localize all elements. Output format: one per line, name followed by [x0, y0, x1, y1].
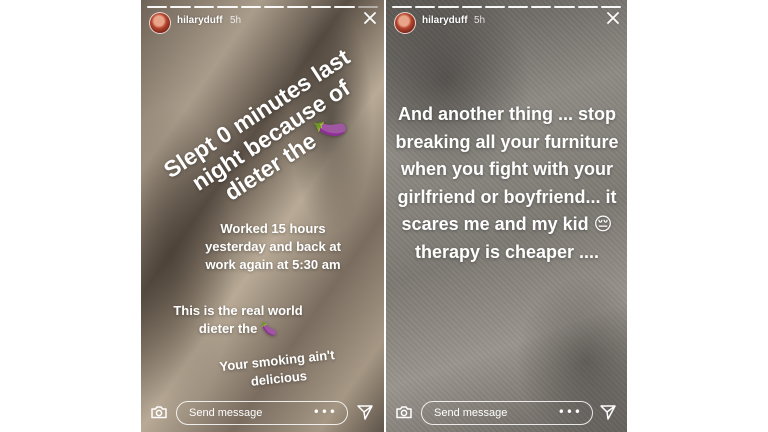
progress-segment — [484, 6, 506, 8]
username[interactable]: hilaryduff — [422, 15, 468, 26]
progress-segment — [531, 6, 552, 8]
story-text-realworld: This is the real world dieter the 🍆 — [163, 302, 313, 339]
username[interactable]: hilaryduff — [177, 15, 223, 26]
avatar[interactable] — [149, 12, 171, 34]
paper-plane-icon[interactable] — [356, 403, 374, 421]
send-message-placeholder: Send message — [434, 407, 508, 419]
story-text-smoking: Your smoking ain't delicious — [218, 347, 336, 389]
story-text-realworld-content: This is the real world dieter the — [173, 303, 303, 336]
timestamp: 5h — [474, 15, 486, 26]
story-text-main: And another thing ... stop breaking all … — [394, 101, 620, 266]
story-panel-2[interactable]: hilaryduff 5h And another thing ... stop… — [386, 0, 627, 432]
timestamp: 5h — [230, 15, 242, 26]
camera-icon[interactable] — [395, 403, 413, 421]
story-panel-1[interactable]: hilaryduff 5h Slept 0 minutes last night… — [141, 0, 384, 432]
progress-segment — [415, 6, 436, 8]
more-dots-icon[interactable]: ••• — [558, 405, 582, 419]
progress-segment — [438, 6, 459, 8]
camera-icon[interactable] — [150, 403, 168, 421]
progress-segment — [310, 6, 332, 8]
close-icon[interactable] — [605, 10, 621, 26]
progress-segment — [554, 6, 575, 8]
progress-segment — [193, 6, 215, 8]
more-dots-icon[interactable]: ••• — [313, 405, 337, 419]
progress-segment — [264, 6, 285, 8]
progress-segment — [287, 6, 308, 8]
pensive-face-emoji: 😔 — [593, 214, 613, 235]
progress-segment — [217, 6, 238, 8]
send-message-input[interactable]: Send message ••• — [421, 401, 593, 425]
progress-segment — [357, 6, 379, 8]
progress-segment — [600, 6, 622, 8]
story-text-main-part2: therapy is cheaper .... — [414, 241, 600, 262]
progress-segment — [508, 6, 529, 8]
reply-bar: Send message ••• — [386, 401, 627, 425]
progress-segment — [147, 6, 168, 8]
story-progress-bar — [392, 6, 622, 8]
reply-bar: Send message ••• — [141, 401, 384, 425]
eggplant-emoji: 🍆 — [260, 322, 278, 337]
progress-segment — [170, 6, 191, 8]
story-text-main-part1: And another thing ... stop breaking all … — [395, 104, 619, 234]
story-progress-bar — [147, 6, 379, 8]
progress-segment — [577, 6, 598, 8]
progress-segment — [461, 6, 482, 8]
avatar[interactable] — [394, 12, 416, 34]
progress-segment — [334, 6, 355, 8]
progress-segment — [392, 6, 413, 8]
send-message-input[interactable]: Send message ••• — [176, 401, 348, 425]
progress-segment — [240, 6, 262, 8]
send-message-placeholder: Send message — [189, 407, 263, 419]
close-icon[interactable] — [362, 10, 378, 26]
story-text-slept: Slept 0 minutes last night because of di… — [149, 37, 384, 234]
story-text-worked: Worked 15 hours yesterday and back at wo… — [205, 221, 341, 272]
paper-plane-icon[interactable] — [599, 403, 617, 421]
